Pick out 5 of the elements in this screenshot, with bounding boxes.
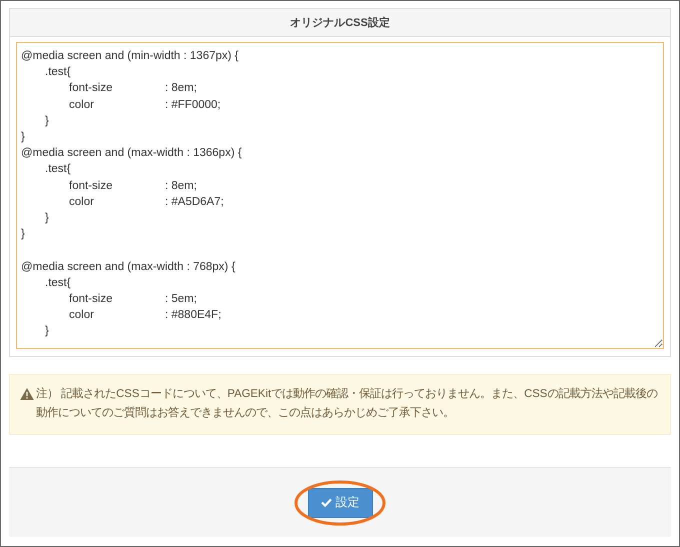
css-code-field[interactable]: @media screen and (min-width : 1367px) { .test{ font-size : 8em; color : #FF0000; } } @media screen and (max-width : 1366px) { .test{ font-size : 8em; color : #A5D6A7; } } @media screen and (max-width : 768px) { .test{ font-size : 5em; color : #880E4F; }: [16, 42, 664, 349]
check-icon: [320, 498, 332, 507]
panel-title: オリジナルCSS設定: [290, 16, 390, 30]
warning-icon: [20, 388, 34, 400]
notice-text: 注） 記載されたCSSコードについて、PAGEKitでは動作の確認・保証は行っておりません。また、CSSの記載方法や記載後の動作についてのご質問はお答えできませんので、この点はあらかじめご了承下さい。: [36, 386, 658, 421]
